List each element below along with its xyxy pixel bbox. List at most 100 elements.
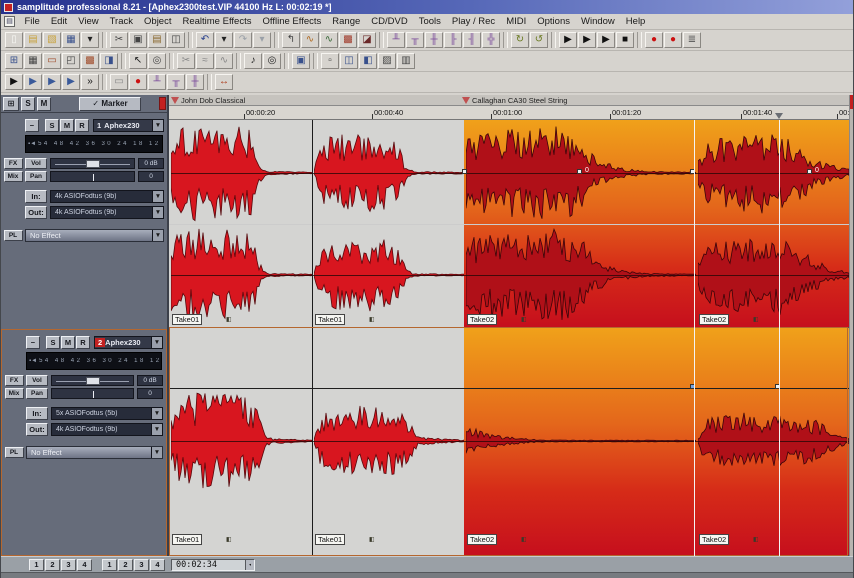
volume-slider-handle[interactable]	[86, 377, 100, 385]
all-solo-button[interactable]: S	[21, 97, 35, 111]
cut-mode-icon[interactable]: ✂	[177, 53, 195, 69]
object-mode-icon[interactable]: ▫	[321, 53, 339, 69]
spectral-view-icon[interactable]: ▨	[378, 53, 396, 69]
menu-options[interactable]: Options	[532, 16, 576, 27]
output-device-select[interactable]: 4k ASIOFodtus (9b)▼	[50, 206, 164, 219]
volume-slider[interactable]	[50, 158, 135, 169]
record-arm-button[interactable]: R	[75, 119, 89, 132]
menu-tools[interactable]: Tools	[413, 16, 446, 27]
open-folder-icon[interactable]: ▤	[24, 32, 42, 48]
dropdown-arrow-icon[interactable]: ▼	[151, 447, 162, 458]
play-loop-icon[interactable]: ▶	[578, 32, 596, 48]
track-grid-button[interactable]: ⊞	[3, 97, 19, 111]
menu-track[interactable]: Track	[104, 16, 138, 27]
effect-select[interactable]: No Effect▼	[25, 229, 164, 242]
range-start-marker-icon[interactable]: ╨	[387, 32, 405, 48]
link-objects-icon[interactable]: ▣	[292, 53, 310, 69]
menu-file[interactable]: File	[19, 16, 45, 27]
wave-edit-icon[interactable]: ◧	[359, 53, 377, 69]
menu-midi[interactable]: MIDI	[501, 16, 532, 27]
mute-button[interactable]: M	[61, 336, 75, 349]
vip-window-icon[interactable]: ⊞	[5, 53, 23, 69]
record-indicator[interactable]	[159, 97, 166, 110]
menu-window[interactable]: Window	[576, 16, 621, 27]
solo-button[interactable]: S	[45, 119, 59, 132]
object-color-icon[interactable]: ◪	[358, 32, 376, 48]
time-ruler[interactable]: 00:00:2000:00:4000:01:0000:01:2000:01:40…	[169, 106, 849, 120]
mute-button[interactable]: M	[60, 119, 74, 132]
curve-mode-icon[interactable]: ∿	[215, 53, 233, 69]
new-vip-icon[interactable]: ▯	[5, 32, 23, 48]
marker-row[interactable]: John Dob Classical Callaghan CA30 Steel S…	[169, 95, 849, 106]
play-cursor-3-icon[interactable]: ▶	[43, 74, 61, 90]
record-icon[interactable]: ●	[645, 32, 663, 48]
dropdown-arrow-icon[interactable]: ▼	[151, 408, 162, 419]
grid-view-icon[interactable]: ▥	[397, 53, 415, 69]
input-device-select[interactable]: 4k ASIOFodtus (9b)▼	[50, 190, 164, 203]
anchor-end-icon[interactable]: ╫	[186, 74, 204, 90]
clip-handle[interactable]	[577, 169, 582, 174]
mix-button[interactable]: Mix	[5, 388, 24, 399]
collapse-track-button[interactable]: −	[26, 336, 40, 349]
punch-mode-icon[interactable]: ↺	[530, 32, 548, 48]
play-cursor-4-icon[interactable]: ▶	[62, 74, 80, 90]
meter-arrow-icon[interactable]: ▪◄	[27, 358, 39, 364]
range-bar-icon[interactable]: ▭	[110, 74, 128, 90]
ruler-playhead-marker[interactable]	[775, 113, 783, 119]
input-device-select[interactable]: 5x ASIOFodtus (5b)▼	[51, 407, 163, 420]
redo-icon[interactable]: ↷	[234, 32, 252, 48]
dropdown-arrow-icon[interactable]: ▼	[152, 230, 163, 241]
move-objects-icon[interactable]: ↔	[215, 74, 233, 90]
scrub-listen-icon[interactable]: ♪	[244, 53, 262, 69]
effect-select[interactable]: No Effect▼	[26, 446, 163, 459]
all-mute-button[interactable]: M	[37, 97, 51, 111]
titlebar[interactable]: samplitude professional 8.21 - [Aphex230…	[1, 0, 853, 14]
play-in-range-icon[interactable]: ▶	[597, 32, 615, 48]
mix-button[interactable]: Mix	[4, 171, 23, 182]
play-once-icon[interactable]: ▶	[559, 32, 577, 48]
record-arm-button[interactable]: R	[76, 336, 90, 349]
punch-grid-icon[interactable]: ≣	[683, 32, 701, 48]
preset-2-button-4[interactable]: 4	[150, 559, 165, 571]
fx-button[interactable]: FX	[5, 375, 24, 386]
volume-slider[interactable]	[51, 375, 134, 386]
play-cursor-1-icon[interactable]: ▶	[5, 74, 23, 90]
menu-help[interactable]: Help	[620, 16, 651, 27]
paste-icon[interactable]: ▤	[148, 32, 166, 48]
scrollbar-top-button[interactable]	[850, 95, 853, 109]
marker-left-icon[interactable]: ╟	[444, 32, 462, 48]
menu-cd-dvd[interactable]: CD/DVD	[366, 16, 413, 27]
cut-icon[interactable]: ✂	[110, 32, 128, 48]
set-marker-icon[interactable]: ╫	[425, 32, 443, 48]
menu-range[interactable]: Range	[327, 16, 366, 27]
plugins-button[interactable]: PL	[5, 447, 24, 458]
menu-realtime-effects[interactable]: Realtime Effects	[177, 16, 257, 27]
time-display[interactable]: 00:02:34 ◂	[171, 559, 255, 571]
time-spinner[interactable]: ◂	[245, 560, 254, 570]
curve-edit-icon[interactable]: ◫	[340, 53, 358, 69]
clip-handle[interactable]	[462, 169, 467, 174]
record-offset-icon[interactable]: ●	[129, 74, 147, 90]
redo-dropdown[interactable]: ▾	[253, 32, 271, 48]
meter-arrow-icon[interactable]: ▪◄	[26, 141, 38, 147]
track-name-dropdown-icon[interactable]: ▼	[152, 120, 163, 131]
marker-auto-icon[interactable]: ╬	[482, 32, 500, 48]
preset-1-button-4[interactable]: 4	[77, 559, 92, 571]
solo-button[interactable]: S	[46, 336, 60, 349]
timeline-marker[interactable]: Callaghan CA30 Steel String	[462, 95, 567, 106]
track-name-field[interactable]: 2Aphex230▼	[94, 336, 163, 349]
fade-tool-icon[interactable]: ∿	[301, 32, 319, 48]
fx-button[interactable]: FX	[4, 158, 23, 169]
zoom-mode-icon[interactable]: ◎	[263, 53, 281, 69]
track-lane-2[interactable]: Take01◧Take01◧Take02◧Take02◧	[169, 328, 849, 556]
timeline-marker[interactable]: John Dob Classical	[171, 95, 245, 106]
menu-play-rec[interactable]: Play / Rec	[446, 16, 500, 27]
range-end-marker-icon[interactable]: ╥	[406, 32, 424, 48]
dropdown-arrow-icon[interactable]: ▼	[151, 424, 162, 435]
vertical-scrollbar[interactable]	[849, 95, 853, 556]
crossfade-tool-icon[interactable]: ∿	[320, 32, 338, 48]
collapse-track-button[interactable]: −	[25, 119, 39, 132]
document-icon[interactable]: ▤	[4, 16, 15, 27]
clip-handle[interactable]	[807, 169, 812, 174]
track-name-dropdown-icon[interactable]: ▼	[151, 337, 162, 348]
